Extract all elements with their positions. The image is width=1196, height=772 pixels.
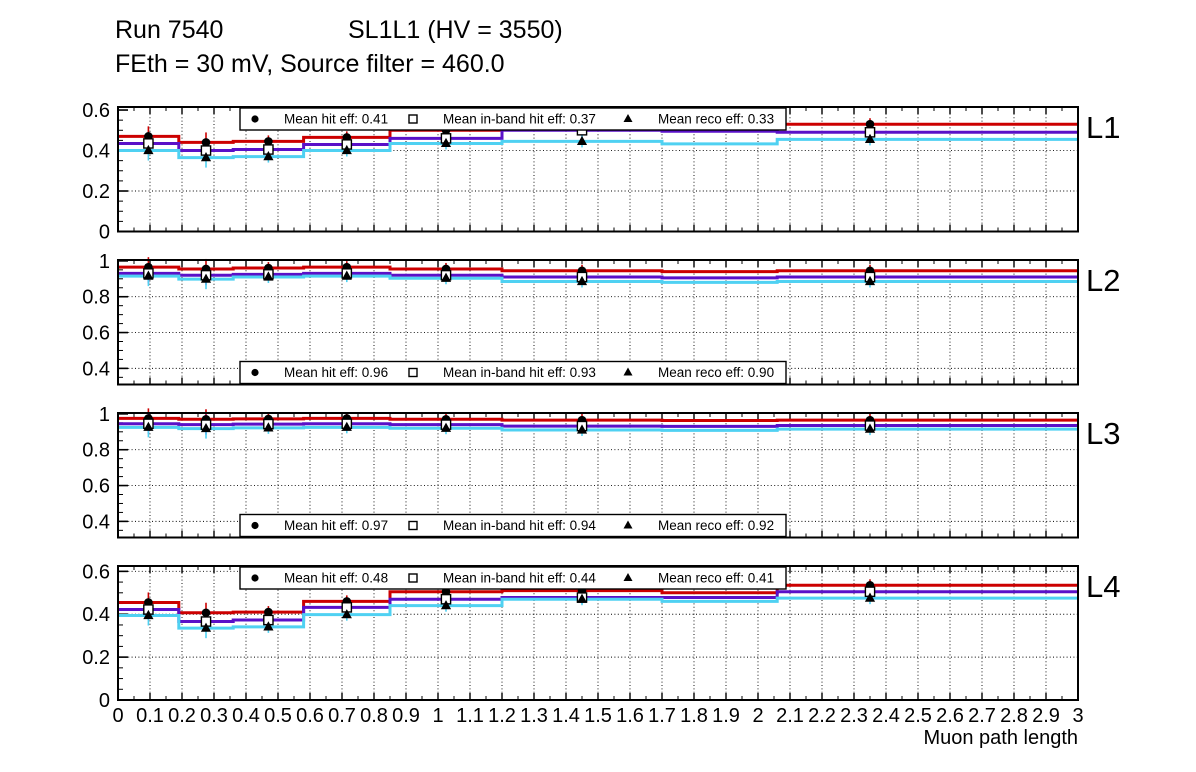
legend-entry-label: Mean hit eff: 0.97 (284, 518, 388, 533)
x-tick-label: 0.7 (328, 705, 356, 727)
legend-L1: Mean hit eff: 0.41 Mean in-band hit eff: … (239, 107, 787, 131)
x-tick-label: 1.4 (552, 705, 580, 727)
legend-L4: Mean hit eff: 0.48 Mean in-band hit eff: … (239, 566, 787, 590)
x-tick-label: 0.9 (392, 705, 420, 727)
x-tick-label: 1.6 (616, 705, 644, 727)
x-axis-title: Muon path length (923, 727, 1078, 749)
legend-L3: Mean hit eff: 0.97 Mean in-band hit eff: … (239, 513, 787, 538)
legend-entry-label: Mean in-band hit eff: 0.94 (443, 518, 596, 533)
x-tick-label: 2.3 (840, 705, 868, 727)
x-tick-label: 1.9 (712, 705, 740, 727)
hit-marker-circle (251, 521, 259, 530)
y-tick-label: 0.4 (82, 511, 110, 533)
x-tick-label: 3 (1072, 705, 1083, 727)
inband-marker-square (408, 367, 418, 378)
x-tick-label: 1.1 (456, 705, 484, 727)
y-tick-label: 1 (99, 404, 110, 426)
legend-entry-label: Mean reco eff: 0.33 (658, 112, 774, 127)
hit-marker-circle (251, 368, 259, 377)
legend-entry-label: Mean hit eff: 0.48 (284, 571, 388, 586)
legend-entry-label: Mean in-band hit eff: 0.44 (443, 571, 596, 586)
x-tick-label: 2.6 (936, 705, 964, 727)
legend-entry-label: Mean hit eff: 0.41 (284, 112, 388, 127)
panel-L3: 0.4 0.6 0.8 1 Mean hit eff: 0.97 Mean in-band… (82, 404, 1120, 539)
x-tick-label: 0.8 (360, 705, 388, 727)
x-tick-label: 0.3 (200, 705, 228, 727)
legend-entry-label: Mean reco eff: 0.90 (658, 365, 774, 380)
efficiency-plot-canvas: 0 0.2 0.4 0.6 Mean hit eff: 0.41 Mean in-band… (82, 100, 1120, 749)
legend-L2: Mean hit eff: 0.96 Mean in-band hit eff: … (239, 360, 787, 385)
x-tick-label: 2.5 (904, 705, 932, 727)
y-tick-label: 0.6 (82, 100, 110, 122)
y-tick-label: 0.6 (82, 561, 110, 583)
y-tick-label: 0.4 (82, 141, 110, 163)
panel-L4: 0 0.2 0.4 0.6 Mean hit eff: 0.48 Mean in-band… (82, 561, 1120, 712)
y-tick-label: 0.4 (82, 604, 110, 626)
y-tick-label: 0.4 (82, 358, 110, 380)
x-tick-label: 0.2 (168, 705, 196, 727)
inband-marker-square (408, 573, 418, 583)
x-tick-label: 0.4 (232, 705, 260, 727)
inband-marker-square (408, 520, 418, 531)
panel-L2: 0.4 0.6 0.8 1 Mean hit eff: 0.96 Mean in-band… (82, 251, 1120, 386)
y-tick-label: 0 (99, 690, 110, 712)
hit-step-line (118, 416, 1078, 423)
x-tick-label: 0.5 (264, 705, 292, 727)
x-tick-label: 2.1 (776, 705, 804, 727)
x-tick-label: 0.1 (136, 705, 164, 727)
x-tick-label: 2.8 (1000, 705, 1028, 727)
y-tick-label: 0.6 (82, 476, 110, 498)
legend-entry-label: Mean reco eff: 0.92 (658, 518, 774, 533)
x-tick-label: 0.6 (296, 705, 324, 727)
y-tick-label: 1 (99, 251, 110, 273)
x-tick-label: 2.4 (872, 705, 900, 727)
panel-label: L1 (1086, 110, 1120, 145)
x-tick-label: 1.7 (648, 705, 676, 727)
x-tick-label: 1 (432, 705, 443, 727)
x-tick-label: 1.8 (680, 705, 708, 727)
panel-label: L2 (1086, 263, 1120, 298)
y-tick-label: 0.6 (82, 323, 110, 345)
x-tick-label: 2.9 (1032, 705, 1060, 727)
y-tick-label: 0 (99, 222, 110, 244)
x-tick-label: 2.7 (968, 705, 996, 727)
hit-step-line (118, 265, 1078, 274)
y-tick-label: 0.2 (82, 181, 110, 203)
panel-L1: 0 0.2 0.4 0.6 Mean hit eff: 0.41 Mean in-band… (82, 100, 1120, 243)
legend-entry-label: Mean in-band hit eff: 0.37 (443, 112, 596, 127)
panel-label: L3 (1086, 416, 1120, 451)
legend-entry-label: Mean in-band hit eff: 0.93 (443, 365, 596, 380)
legend-entry-label: Mean hit eff: 0.96 (284, 365, 388, 380)
panel-label: L4 (1086, 569, 1120, 604)
x-tick-label: 1.2 (488, 705, 516, 727)
x-tick-label: 1.5 (584, 705, 612, 727)
hit-marker-circle (251, 115, 259, 123)
legend-entry-label: Mean reco eff: 0.41 (658, 571, 774, 586)
y-tick-label: 0.8 (82, 287, 110, 309)
y-tick-label: 0.8 (82, 440, 110, 462)
x-tick-label: 0 (112, 705, 123, 727)
x-axis: 0 0.1 0.2 0.3 0.4 0.5 0.6 0.7 0.8 0.9 1 1.1 1.2 1.3 1.… (112, 705, 1083, 749)
hit-marker-circle (201, 608, 211, 618)
y-tick-label: 0.2 (82, 647, 110, 669)
x-tick-label: 2.2 (808, 705, 836, 727)
hit-marker-circle (251, 574, 259, 582)
x-tick-label: 2 (752, 705, 763, 727)
inband-marker-square (408, 114, 418, 124)
x-tick-label: 1.3 (520, 705, 548, 727)
reco-step-line (118, 425, 1078, 432)
